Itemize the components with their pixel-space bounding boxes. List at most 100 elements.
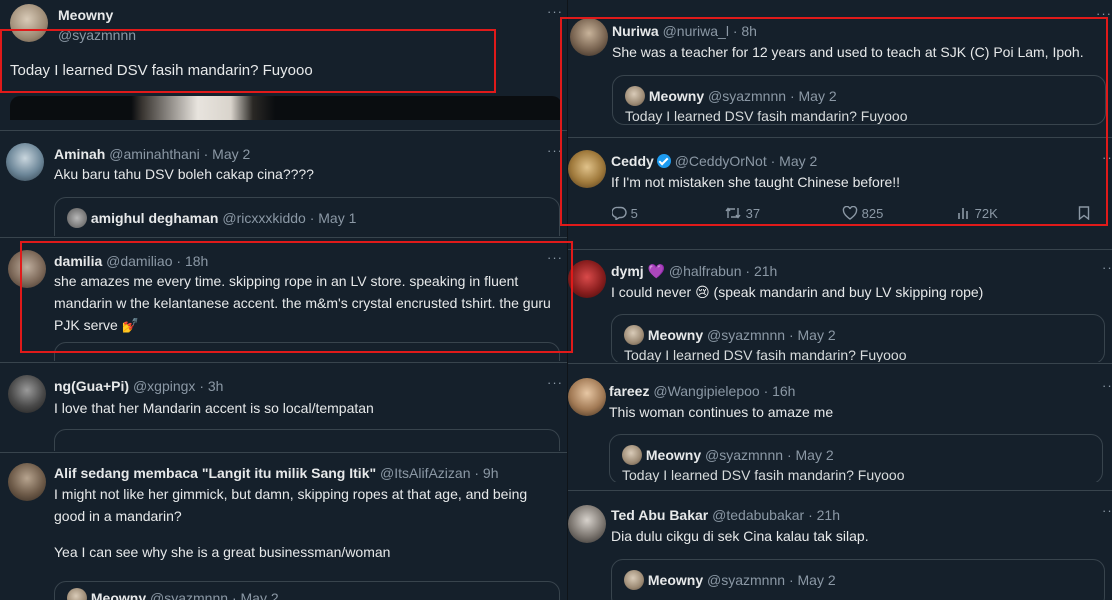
author-handle[interactable]: @ItsAlifAzizan	[380, 465, 470, 481]
left-column: Meowny @syazmnnn ··· Today I learned DSV…	[0, 0, 567, 600]
reply-ng[interactable]: ng(Gua+Pi) @xgpingx · 3h ··· I love that…	[0, 363, 567, 451]
author-handle[interactable]: @halfrabun	[669, 263, 742, 279]
timestamp[interactable]: · 9h	[474, 465, 498, 481]
author-name[interactable]: dymj	[611, 263, 644, 279]
author-name[interactable]: Aminah	[54, 146, 105, 162]
more-options-icon[interactable]: ···	[1102, 378, 1112, 393]
more-options-icon[interactable]: ···	[1096, 6, 1112, 21]
author-handle[interactable]: @tedabubakar	[712, 507, 804, 523]
purple-heart-emoji: 💜	[647, 263, 666, 279]
avatar[interactable]	[8, 250, 46, 288]
quote-avatar	[625, 86, 645, 106]
reply-nuriwa[interactable]: Nuriwa @nuriwa_l · 8h ··· She was a teac…	[568, 0, 1112, 136]
quote-author-handle: @syazmnnn	[150, 590, 229, 600]
reply-aminah[interactable]: Aminah @aminahthani · May 2 ··· Aku baru…	[0, 131, 567, 236]
timestamp[interactable]: · 18h	[176, 253, 208, 269]
author-name[interactable]: damilia	[54, 253, 102, 269]
retweet-count: 37	[745, 206, 761, 221]
quote-author-handle: @syazmnnn	[707, 572, 786, 588]
quoted-tweet[interactable]	[54, 429, 560, 451]
quoted-tweet[interactable]: Meowny @syazmnnn · May 2 Today I learned…	[609, 434, 1103, 482]
quoted-tweet[interactable]: Meowny @syazmnnn · May 2	[54, 581, 560, 600]
avatar[interactable]	[568, 150, 606, 188]
avatar[interactable]	[568, 260, 606, 298]
reply-action[interactable]: 5	[611, 206, 638, 221]
quote-author-handle: @syazmnnn	[705, 447, 784, 463]
reply-ceddy[interactable]: Ceddy @CeddyOrNot · May 2 ··· If I'm not…	[568, 138, 1112, 248]
quote-author-handle: @syazmnnn	[707, 327, 786, 343]
reply-damilia[interactable]: damilia @damiliao · 18h ··· she amazes m…	[0, 238, 567, 361]
quote-author-name: amighul deghaman	[90, 210, 219, 226]
author-handle[interactable]: @xgpingx	[133, 378, 195, 394]
author-handle[interactable]: @nuriwa_l	[663, 23, 729, 39]
author-handle[interactable]: @Wangipielepoo	[653, 383, 759, 399]
quoted-tweet[interactable]: Meowny @syazmnnn · May 2 Today I learned…	[612, 75, 1106, 125]
quote-avatar	[67, 588, 87, 600]
timestamp[interactable]: · 3h	[199, 378, 223, 394]
more-options-icon[interactable]: ···	[1102, 260, 1112, 275]
avatar[interactable]	[568, 378, 606, 416]
timestamp[interactable]: · May 2	[771, 153, 818, 169]
quote-author-name: Meowny	[645, 447, 702, 463]
quoted-tweet[interactable]: Meowny @syazmnnn · May 2	[611, 559, 1105, 600]
more-options-icon[interactable]: ···	[547, 4, 563, 19]
quote-author-handle: @syazmnnn	[708, 88, 787, 104]
author-name[interactable]: Nuriwa	[612, 23, 659, 39]
tweet-text: If I'm not mistaken she taught Chinese b…	[611, 174, 901, 190]
avatar[interactable]	[8, 463, 46, 501]
timestamp[interactable]: · May 2	[204, 146, 251, 162]
avatar[interactable]	[8, 375, 46, 413]
quote-timestamp: · May 2	[231, 590, 279, 600]
more-options-icon[interactable]: ···	[547, 375, 563, 390]
timestamp[interactable]: · 16h	[764, 383, 796, 399]
reply-fareez[interactable]: fareez @Wangipielepoo · 16h ··· This wom…	[568, 364, 1112, 482]
avatar[interactable]	[6, 143, 44, 181]
avatar[interactable]	[570, 18, 608, 56]
more-options-icon[interactable]: ···	[547, 143, 563, 158]
author-handle[interactable]: @damiliao	[106, 253, 172, 269]
quote-author-name: Meowny	[90, 590, 147, 600]
timestamp[interactable]: · 8h	[733, 23, 757, 39]
views-action[interactable]: 72K	[957, 206, 998, 221]
quote-text: Today I learned DSV fasih mandarin? Fuyo…	[625, 108, 908, 124]
quote-timestamp: · May 2	[789, 88, 837, 104]
author-name[interactable]: Ted Abu Bakar	[611, 507, 708, 523]
more-options-icon[interactable]: ···	[547, 250, 563, 265]
quote-author-handle: @ricxxxkiddo	[222, 210, 306, 226]
retweet-action[interactable]: 37	[724, 206, 760, 221]
reply-alif[interactable]: Alif sedang membaca "Langit itu milik Sa…	[0, 453, 567, 600]
video-thumbnail[interactable]	[10, 96, 562, 120]
timestamp[interactable]: · 21h	[808, 507, 840, 523]
author-name[interactable]: Meowny	[58, 7, 113, 23]
author-handle[interactable]: @CeddyOrNot	[675, 153, 767, 169]
quote-author-name: Meowny	[647, 327, 704, 343]
quoted-tweet[interactable]: Meowny @syazmnnn · May 2 Today I learned…	[611, 314, 1105, 362]
view-count: 72K	[974, 206, 998, 221]
tweet-text-part-b: (speak mandarin and buy LV skipping rope…	[709, 284, 984, 300]
reply-ted[interactable]: Ted Abu Bakar @tedabubakar · 21h ··· Dia…	[568, 491, 1112, 600]
quote-author-name: Meowny	[647, 572, 704, 588]
timestamp[interactable]: · 21h	[745, 263, 777, 279]
main-tweet[interactable]: Meowny @syazmnnn ··· Today I learned DSV…	[0, 0, 567, 128]
avatar[interactable]	[10, 4, 48, 42]
bookmark-action[interactable]	[1078, 206, 1090, 221]
quote-avatar	[624, 325, 644, 345]
author-name[interactable]: Alif sedang membaca "Langit itu milik Sa…	[54, 465, 376, 481]
author-name[interactable]: fareez	[609, 383, 649, 399]
quoted-tweet[interactable]: amighul deghaman @ricxxxkiddo · May 1	[54, 197, 560, 236]
more-options-icon[interactable]: ···	[1102, 503, 1112, 518]
quote-timestamp: · May 1	[309, 210, 357, 226]
author-name[interactable]: Ceddy	[611, 153, 654, 169]
quoted-tweet[interactable]	[54, 342, 560, 361]
reply-icon	[611, 206, 627, 221]
more-options-icon[interactable]: ···	[1102, 150, 1112, 165]
tweet-text: This woman continues to amaze me	[609, 404, 834, 420]
reply-count: 5	[630, 206, 638, 221]
retweet-icon	[725, 207, 741, 219]
reply-dymj[interactable]: dymj 💜 @halfrabun · 21h ··· I could neve…	[568, 250, 1112, 362]
avatar[interactable]	[568, 505, 606, 543]
author-name[interactable]: ng(Gua+Pi)	[54, 378, 129, 394]
author-handle[interactable]: @aminahthani	[109, 146, 200, 162]
like-action[interactable]: 825	[842, 205, 883, 221]
author-handle[interactable]: @syazmnnn	[58, 27, 136, 43]
